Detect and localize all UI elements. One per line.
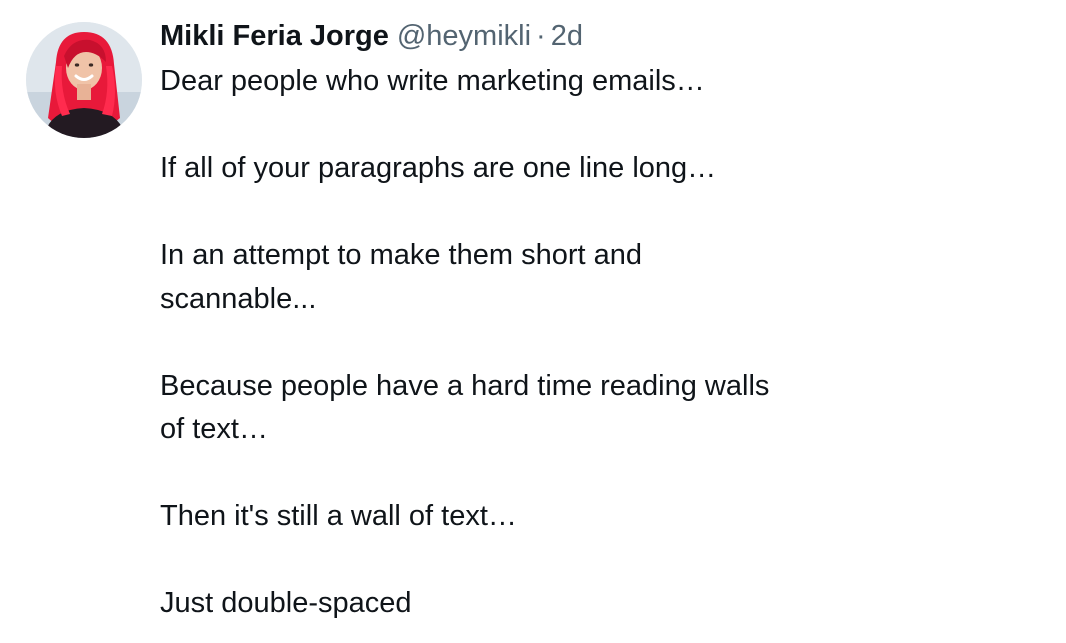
author-handle[interactable]: @heymikli bbox=[397, 20, 531, 53]
tweet[interactable]: Mikli Feria Jorge @heymikli · 2d Dear pe… bbox=[0, 0, 1066, 643]
tweet-paragraph: Dear people who write marketing emails… bbox=[160, 65, 705, 97]
tweet-header: Mikli Feria Jorge @heymikli · 2d bbox=[160, 14, 583, 58]
tweet-paragraph: Then it's still a wall of text… bbox=[160, 500, 517, 532]
author-avatar[interactable] bbox=[26, 22, 142, 138]
tweet-paragraph: Because people have a hard time reading … bbox=[160, 369, 770, 446]
author-display-name[interactable]: Mikli Feria Jorge bbox=[160, 20, 389, 53]
tweet-paragraph: Just double-spaced bbox=[160, 587, 412, 619]
profile-photo-avatar-icon bbox=[26, 22, 142, 138]
tweet-timestamp[interactable]: 2d bbox=[551, 20, 583, 53]
tweet-paragraph: In an attempt to make them short and sca… bbox=[160, 239, 642, 315]
header-separator: · bbox=[536, 19, 546, 52]
tweet-text: Dear people who write marketing emails… … bbox=[160, 60, 780, 626]
tweet-paragraph: If all of your paragraphs are one line l… bbox=[160, 152, 717, 184]
